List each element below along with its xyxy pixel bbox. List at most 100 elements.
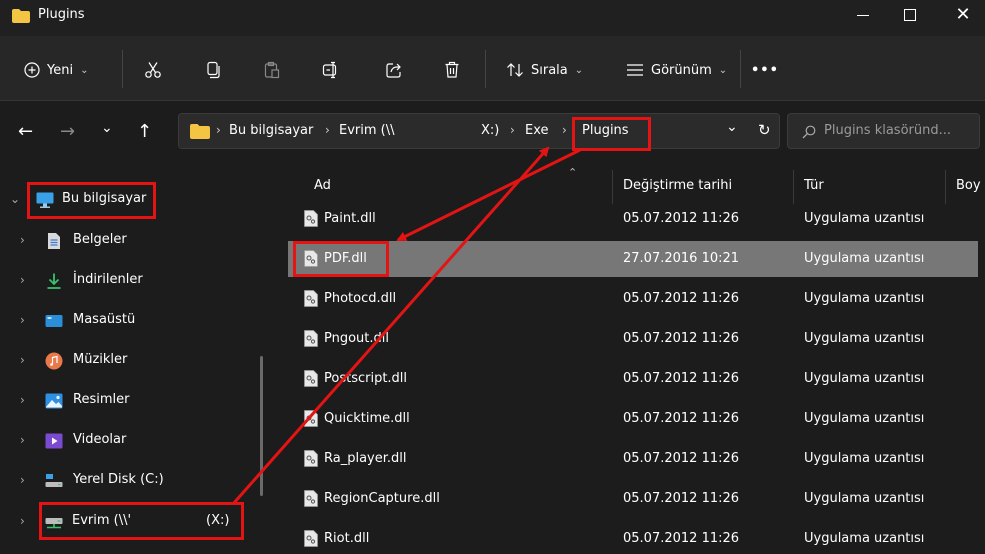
file-type: Uygulama uzantısı <box>804 211 925 226</box>
view-label: Görünüm <box>651 62 712 78</box>
sidebar-item-documents[interactable]: › Belgeler <box>0 223 270 259</box>
table-row[interactable]: Postscript.dll 05.07.2012 11:26 Uygulama u… <box>288 361 978 397</box>
column-header-type[interactable]: Tür <box>804 178 824 193</box>
new-button[interactable]: Yeni ⌄ <box>24 58 88 82</box>
back-button[interactable]: ← <box>18 123 33 141</box>
desktop-icon <box>45 315 63 327</box>
chevron-down-icon: ⌄ <box>80 64 89 76</box>
chevron-right-icon[interactable]: › <box>20 313 25 327</box>
file-list: ⌃ Ad Değiştirme tarihi Tür Boy Paint.dll… <box>276 164 985 554</box>
share-button[interactable] <box>385 58 403 82</box>
view-icon <box>627 64 643 76</box>
maximize-icon <box>904 9 916 21</box>
chevron-down-icon[interactable]: ⌄ <box>10 192 20 206</box>
sidebar-item-desktop[interactable]: › Masaüstü <box>0 303 270 339</box>
paste-button[interactable] <box>264 58 280 82</box>
search-input[interactable]: Plugins klasöründ... <box>787 113 980 149</box>
separator <box>122 50 123 88</box>
table-row[interactable]: PDF.dll 27.07.2016 10:21 Uygulama uzantısı <box>288 241 978 277</box>
close-button[interactable]: ✕ <box>940 0 985 30</box>
file-type: Uygulama uzantısı <box>804 251 925 266</box>
column-header-date[interactable]: Değiştirme tarihi <box>623 178 732 193</box>
up-button[interactable]: ↑ <box>137 123 152 141</box>
command-bar: Yeni ⌄ Sırala ⌄ Görünüm ⌄ ••• <box>0 36 985 101</box>
sidebar-scrollbar[interactable] <box>260 356 263 496</box>
column-divider[interactable] <box>612 170 613 204</box>
chevron-right-icon[interactable]: › <box>20 353 25 367</box>
column-divider[interactable] <box>945 170 946 204</box>
file-name: Ra_player.dll <box>324 451 407 466</box>
annotation-box-this-pc <box>27 182 156 219</box>
chevron-right-icon[interactable]: › <box>20 473 25 487</box>
file-name: Riot.dll <box>324 531 370 546</box>
more-icon: ••• <box>751 62 779 78</box>
downloads-icon <box>47 273 61 289</box>
more-options-button[interactable]: ••• <box>751 58 779 82</box>
column-divider[interactable] <box>793 170 794 204</box>
dll-file-icon <box>304 490 318 507</box>
delete-button[interactable] <box>444 58 460 82</box>
chevron-right-icon[interactable]: › <box>20 393 25 407</box>
cut-button[interactable] <box>144 58 162 82</box>
new-label: Yeni <box>47 62 74 78</box>
file-type: Uygulama uzantısı <box>804 491 925 506</box>
plus-circle-icon <box>24 62 40 78</box>
file-date: 05.07.2012 11:26 <box>623 411 740 426</box>
sidebar-item-videos[interactable]: › Videolar <box>0 423 270 459</box>
chevron-right-icon[interactable]: › <box>20 233 25 247</box>
forward-button[interactable]: → <box>60 123 75 141</box>
dll-file-icon <box>304 290 318 307</box>
breadcrumb-exe[interactable]: Exe <box>525 123 549 138</box>
sidebar-item-local-disk[interactable]: › Yerel Disk (C:) <box>0 463 270 499</box>
breadcrumb-network-drive[interactable]: Evrim (\\ <box>339 123 395 138</box>
breadcrumb-separator: › <box>325 123 330 137</box>
close-icon: ✕ <box>955 4 971 25</box>
documents-icon <box>48 233 60 249</box>
chevron-right-icon[interactable]: › <box>20 433 25 447</box>
dll-file-icon <box>304 210 318 227</box>
file-name: Paint.dll <box>324 211 376 226</box>
table-row[interactable]: Paint.dll 05.07.2012 11:26 Uygulama uzantı… <box>288 201 978 237</box>
table-row[interactable]: Riot.dll 05.07.2012 11:26 Uygulama uzantıs… <box>288 521 978 554</box>
file-date: 27.07.2016 10:21 <box>623 251 740 266</box>
table-row[interactable]: Photocd.dll 05.07.2012 11:26 Uygulama uzan… <box>288 281 978 317</box>
maximize-button[interactable] <box>887 0 933 30</box>
recent-locations-button[interactable]: ⌄ <box>101 119 113 137</box>
music-icon <box>45 352 63 370</box>
share-icon <box>386 63 401 78</box>
minimize-button[interactable] <box>840 0 886 30</box>
address-dropdown-icon[interactable]: ⌄ <box>726 119 738 135</box>
sidebar-item-label: Videolar <box>73 432 127 447</box>
sort-icon <box>507 63 523 77</box>
sidebar-item-label: İndirilenler <box>73 272 143 287</box>
rename-button[interactable] <box>322 58 340 82</box>
sidebar-item-music[interactable]: › Müzikler <box>0 343 270 379</box>
file-date: 05.07.2012 11:26 <box>623 531 740 546</box>
chevron-right-icon[interactable]: › <box>20 514 25 528</box>
table-row[interactable]: Ra_player.dll 05.07.2012 11:26 Uygulama uz… <box>288 441 978 477</box>
column-header-name[interactable]: Ad <box>314 178 331 193</box>
refresh-icon[interactable]: ↻ <box>758 121 771 139</box>
sidebar-item-label: Masaüstü <box>73 312 136 327</box>
folder-icon <box>12 9 30 23</box>
sidebar-item-downloads[interactable]: › İndirilenler <box>0 263 270 299</box>
sort-button[interactable]: Sırala ⌄ <box>506 58 583 82</box>
address-bar[interactable]: › Bu bilgisayar › Evrim (\\ X:) › Exe › … <box>178 113 780 149</box>
copy-button[interactable] <box>205 58 221 82</box>
sidebar-item-label: Müzikler <box>73 352 128 367</box>
table-row[interactable]: Quicktime.dll 05.07.2012 11:26 Uygulama uz… <box>288 401 978 437</box>
copy-icon <box>207 61 220 79</box>
breadcrumb-this-pc[interactable]: Bu bilgisayar <box>229 123 313 138</box>
file-date: 05.07.2012 11:26 <box>623 491 740 506</box>
column-header-size[interactable]: Boy <box>956 178 981 193</box>
chevron-right-icon[interactable]: › <box>20 273 25 287</box>
view-button[interactable]: Görünüm ⌄ <box>626 58 727 82</box>
breadcrumb-drive-letter[interactable]: X:) <box>481 123 499 138</box>
window-title: Plugins <box>38 7 85 22</box>
separator <box>740 50 741 88</box>
sidebar-item-pictures[interactable]: › Resimler <box>0 383 270 419</box>
table-row[interactable]: RegionCapture.dll 05.07.2012 11:26 Uygulam… <box>288 481 978 517</box>
separator <box>485 50 486 88</box>
navigation-pane: ⌄ Bu bilgisayar › Belgeler › İndirilenle… <box>0 164 276 554</box>
table-row[interactable]: Pngout.dll 05.07.2012 11:26 Uygulama uzant… <box>288 321 978 357</box>
